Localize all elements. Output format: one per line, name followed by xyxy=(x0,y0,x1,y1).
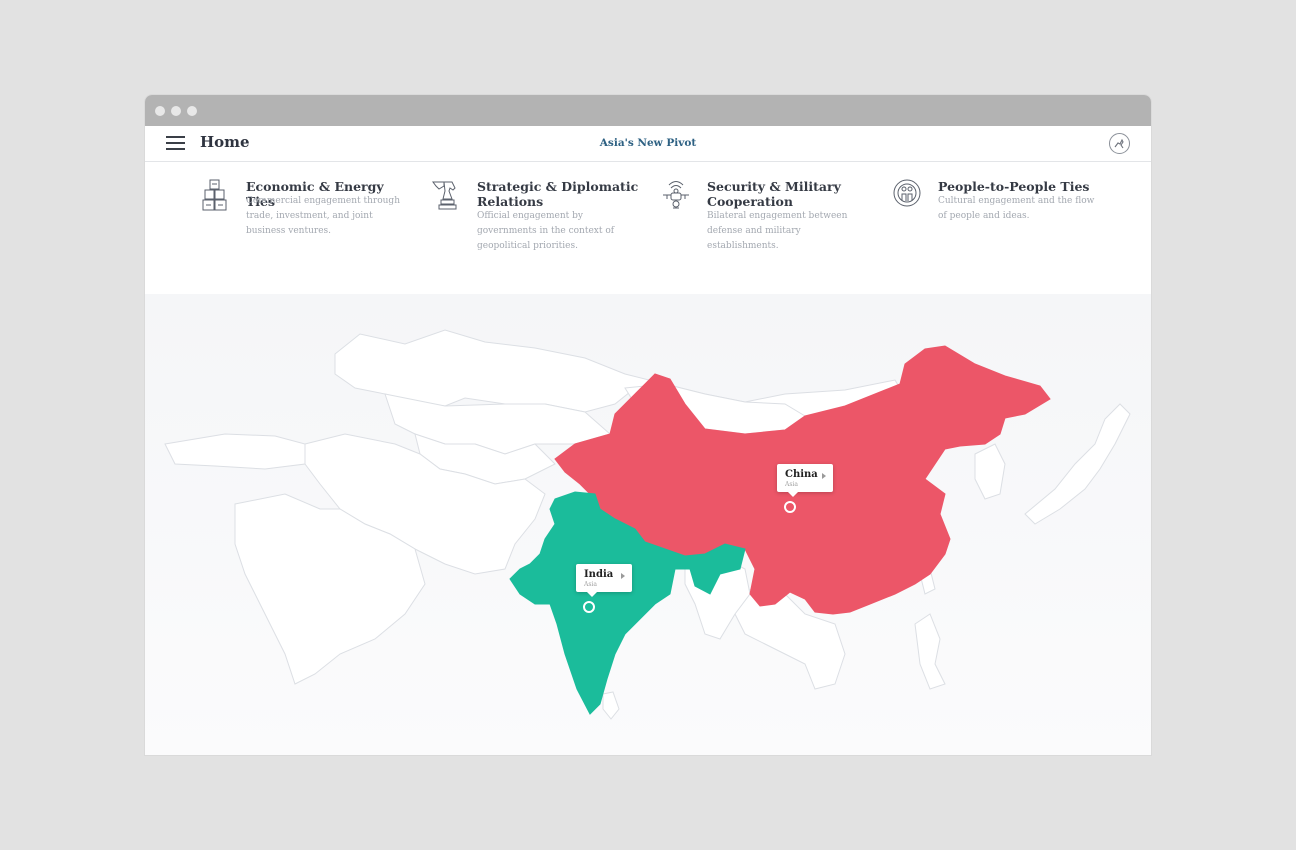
window-dot-minimize[interactable] xyxy=(171,106,181,116)
window-dot-maximize[interactable] xyxy=(187,106,197,116)
barrels-icon xyxy=(201,179,229,211)
category-title: Strategic & Diplomatic Relations xyxy=(477,179,639,209)
philippines-region xyxy=(914,613,946,690)
category-description: Cultural engagement and the flow of peop… xyxy=(938,196,1095,221)
window-dot-close[interactable] xyxy=(155,106,165,116)
japan-region xyxy=(1024,403,1131,525)
drone-icon xyxy=(662,179,690,211)
asia-map: China Asia India Asia xyxy=(145,294,1151,755)
chess-knight-icon xyxy=(432,179,460,211)
category-panel: Economic & Energy Ties Commercial engage… xyxy=(145,162,1151,295)
country-region: Asia xyxy=(785,481,798,488)
category-description: Bilateral engagement between defense and… xyxy=(707,211,848,251)
category-description: Official engagement by governments in th… xyxy=(477,211,615,251)
map-canvas xyxy=(164,329,1131,720)
category-description: Commercial engagement through trade, inv… xyxy=(246,196,400,236)
srilanka-region xyxy=(602,691,620,720)
country-name: China xyxy=(785,469,818,480)
country-name: India xyxy=(584,569,614,580)
korea-region xyxy=(974,443,1006,500)
category-title: People-to-People Ties xyxy=(938,179,1090,194)
chevron-right-icon xyxy=(621,573,625,579)
category-title: Security & Military Cooperation xyxy=(707,179,841,209)
browser-window: Home Asia's New Pivot Economic & Energy … xyxy=(145,95,1151,755)
site-title[interactable]: Asia's New Pivot xyxy=(145,137,1151,149)
horse-logo-icon[interactable] xyxy=(1109,133,1130,154)
window-titlebar xyxy=(145,95,1151,126)
india-tooltip[interactable]: India Asia xyxy=(576,564,632,597)
top-navbar: Home Asia's New Pivot xyxy=(145,126,1151,162)
turkey-region xyxy=(164,433,306,470)
chevron-right-icon xyxy=(822,473,826,479)
location-marker[interactable] xyxy=(583,601,595,613)
location-marker[interactable] xyxy=(784,501,796,513)
china-tooltip[interactable]: China Asia xyxy=(777,464,833,497)
people-icon xyxy=(893,179,921,211)
country-region: Asia xyxy=(584,581,597,588)
